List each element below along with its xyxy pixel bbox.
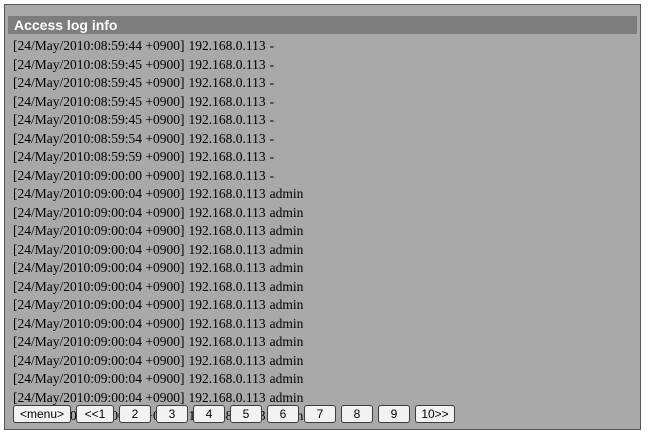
log-ip-address: 192.168.0.113: [188, 56, 266, 72]
log-user: admin: [269, 389, 304, 405]
page-button-2[interactable]: 2: [119, 405, 151, 423]
page-button-7[interactable]: 7: [304, 405, 336, 423]
page-button-9[interactable]: 9: [378, 405, 410, 423]
log-user: -: [269, 167, 275, 183]
log-entry-row: [24/May/2010:09:00:04 +0900]192.168.0.11…: [13, 370, 633, 389]
log-timestamp: [24/May/2010:09:00:04 +0900]: [13, 260, 185, 275]
log-ip-address: 192.168.0.113: [188, 93, 266, 109]
page-title: Access log info: [8, 16, 637, 34]
log-user: admin: [269, 204, 304, 220]
log-entry-row: [24/May/2010:09:00:04 +0900]192.168.0.11…: [13, 278, 633, 297]
log-user: admin: [269, 352, 304, 368]
log-entry-row: [24/May/2010:08:59:45 +0900] 192.168.0.11…: [13, 56, 633, 75]
page-button-8[interactable]: 8: [341, 405, 373, 423]
log-user: admin: [269, 223, 304, 238]
log-timestamp: [24/May/2010:09:00:04 +0900]: [13, 352, 185, 368]
log-ip-address: 192.168.0.113: [188, 334, 266, 349]
menu-button[interactable]: <menu>: [13, 405, 71, 423]
log-entry-row: [24/May/2010:08:59:54 +0900] 192.168.0.11…: [13, 130, 633, 149]
log-user: -: [269, 112, 275, 127]
log-timestamp: [24/May/2010:09:00:04 +0900]: [13, 223, 185, 238]
log-entry-row: [24/May/2010:08:59:45 +0900] 192.168.0.11…: [13, 111, 633, 130]
log-ip-address: 192.168.0.113: [188, 204, 266, 220]
log-timestamp: [24/May/2010:09:00:04 +0900]: [13, 278, 185, 294]
log-ip-address: 192.168.0.113: [188, 75, 266, 90]
log-entry-row: [24/May/2010:08:59:59 +0900] 192.168.0.11…: [13, 148, 633, 167]
log-entry-row: [24/May/2010:08:59:45 +0900] 192.168.0.11…: [13, 93, 633, 112]
log-ip-address: 192.168.0.113: [188, 149, 266, 164]
log-ip-address: 192.168.0.113: [188, 186, 266, 201]
log-entry-row: [24/May/2010:09:00:00 +0900] 192.168.0.11…: [13, 167, 633, 186]
log-timestamp: [24/May/2010:08:59:45 +0900]: [13, 93, 185, 109]
log-entry-row: [24/May/2010:08:59:45 +0900] 192.168.0.11…: [13, 74, 633, 93]
log-user: -: [269, 93, 275, 109]
log-entry-row: [24/May/2010:09:00:04 +0900]192.168.0.11…: [13, 204, 633, 223]
log-user: admin: [269, 241, 304, 257]
log-entry-row: [24/May/2010:09:00:04 +0900]192.168.0.11…: [13, 241, 633, 260]
log-entry-row: [24/May/2010:09:00:04 +0900]192.168.0.11…: [13, 185, 633, 204]
log-ip-address: 192.168.0.113: [188, 223, 266, 238]
page-number-buttons: 23456789: [119, 405, 410, 423]
log-entry-row: [24/May/2010:09:00:04 +0900]192.168.0.11…: [13, 259, 633, 278]
log-user: admin: [269, 334, 304, 349]
pagination-bar: <menu> <<1 23456789 10>>: [13, 405, 455, 423]
log-user: -: [269, 38, 275, 53]
log-ip-address: 192.168.0.113: [188, 315, 266, 331]
log-timestamp: [24/May/2010:09:00:04 +0900]: [13, 204, 185, 220]
log-ip-address: 192.168.0.113: [188, 241, 266, 257]
log-ip-address: 192.168.0.113: [188, 38, 266, 53]
access-log-list: [24/May/2010:08:59:44 +0900] 192.168.0.11…: [13, 37, 633, 426]
log-user: admin: [269, 278, 304, 294]
log-timestamp: [24/May/2010:08:59:45 +0900]: [13, 75, 185, 90]
log-user: -: [269, 75, 275, 90]
page-button-5[interactable]: 5: [230, 405, 262, 423]
log-user: admin: [269, 371, 304, 386]
log-entry-row: [24/May/2010:09:00:04 +0900]192.168.0.11…: [13, 352, 633, 371]
log-ip-address: 192.168.0.113: [188, 130, 266, 146]
log-timestamp: [24/May/2010:08:59:45 +0900]: [13, 56, 185, 72]
log-user: -: [269, 130, 275, 146]
page-button-6[interactable]: 6: [267, 405, 299, 423]
log-ip-address: 192.168.0.113: [188, 112, 266, 127]
log-timestamp: [24/May/2010:09:00:04 +0900]: [13, 371, 185, 386]
page-button-3[interactable]: 3: [156, 405, 188, 423]
prev-page-button[interactable]: <<1: [76, 405, 114, 423]
log-entry-row: [24/May/2010:09:00:04 +0900]192.168.0.11…: [13, 333, 633, 352]
log-timestamp: [24/May/2010:08:59:44 +0900]: [13, 38, 185, 53]
log-user: admin: [269, 297, 304, 312]
log-timestamp: [24/May/2010:09:00:04 +0900]: [13, 389, 185, 405]
log-timestamp: [24/May/2010:08:59:54 +0900]: [13, 130, 185, 146]
log-user: -: [269, 56, 275, 72]
log-user: admin: [269, 186, 304, 201]
log-ip-address: 192.168.0.113: [188, 167, 266, 183]
log-timestamp: [24/May/2010:08:59:45 +0900]: [13, 112, 185, 127]
page-button-4[interactable]: 4: [193, 405, 225, 423]
log-user: admin: [269, 260, 304, 275]
log-entry-row: [24/May/2010:08:59:44 +0900] 192.168.0.11…: [13, 37, 633, 56]
log-timestamp: [24/May/2010:09:00:04 +0900]: [13, 297, 185, 312]
log-timestamp: [24/May/2010:09:00:00 +0900]: [13, 167, 185, 183]
log-timestamp: [24/May/2010:09:00:04 +0900]: [13, 315, 185, 331]
log-timestamp: [24/May/2010:08:59:59 +0900]: [13, 149, 185, 164]
log-entry-row: [24/May/2010:09:00:04 +0900]192.168.0.11…: [13, 222, 633, 241]
log-ip-address: 192.168.0.113: [188, 389, 266, 405]
next-page-button[interactable]: 10>>: [415, 405, 455, 423]
log-timestamp: [24/May/2010:09:00:04 +0900]: [13, 334, 185, 349]
log-ip-address: 192.168.0.113: [188, 260, 266, 275]
log-user: admin: [269, 315, 304, 331]
log-ip-address: 192.168.0.113: [188, 352, 266, 368]
log-timestamp: [24/May/2010:09:00:04 +0900]: [13, 186, 185, 201]
log-user: -: [269, 149, 275, 164]
log-ip-address: 192.168.0.113: [188, 278, 266, 294]
log-entry-row: [24/May/2010:09:00:04 +0900]192.168.0.11…: [13, 296, 633, 315]
log-timestamp: [24/May/2010:09:00:04 +0900]: [13, 241, 185, 257]
access-log-panel: Access log info [24/May/2010:08:59:44 +0…: [4, 4, 641, 430]
log-ip-address: 192.168.0.113: [188, 297, 266, 312]
log-entry-row: [24/May/2010:09:00:04 +0900]192.168.0.11…: [13, 315, 633, 334]
log-ip-address: 192.168.0.113: [188, 371, 266, 386]
